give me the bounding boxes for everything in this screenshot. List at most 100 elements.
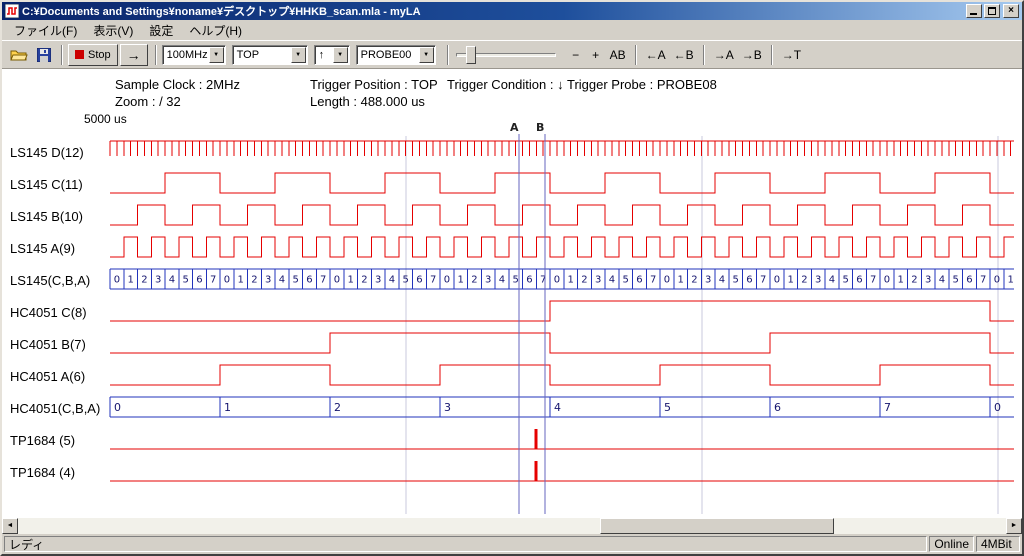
svg-text:0: 0 (664, 275, 670, 286)
svg-text:1: 1 (1007, 275, 1013, 286)
sample-clock-select[interactable]: 100MHz ▼ (162, 45, 226, 65)
status-memory: 4MBit (976, 536, 1020, 552)
svg-text:B: B (536, 121, 544, 134)
zoom-out-button[interactable]: − (566, 44, 586, 66)
zoom-slider-thumb[interactable] (466, 46, 476, 64)
zoom-slider[interactable] (454, 44, 558, 66)
close-button[interactable]: × (1003, 4, 1019, 18)
svg-text:0: 0 (334, 275, 340, 286)
chevron-down-icon[interactable]: ▼ (291, 47, 306, 63)
svg-text:2: 2 (334, 401, 341, 414)
svg-text:3: 3 (265, 275, 271, 286)
goto-cursor-b-button[interactable]: ←B (670, 44, 698, 66)
probe-select[interactable]: PROBE00 ▼ (356, 45, 436, 65)
svg-text:7: 7 (870, 275, 876, 286)
svg-text:7: 7 (980, 275, 986, 286)
svg-text:5: 5 (622, 275, 628, 286)
svg-text:3: 3 (705, 275, 711, 286)
svg-text:4: 4 (389, 275, 395, 286)
svg-text:4: 4 (499, 275, 505, 286)
maximize-button[interactable] (984, 4, 1000, 18)
svg-text:6: 6 (774, 401, 781, 414)
svg-text:1: 1 (237, 275, 243, 286)
horizontal-scrollbar[interactable]: ◄ ► (2, 518, 1022, 534)
trigger-edge-value: ↑ (319, 49, 325, 61)
svg-text:1: 1 (677, 275, 683, 286)
goto-trigger-button[interactable]: →T (778, 44, 805, 66)
toolbar-separator (155, 45, 157, 65)
svg-text:4: 4 (939, 275, 945, 286)
svg-text:5: 5 (512, 275, 518, 286)
waveform-canvas[interactable]: 0123456701234567012345670123456701234567… (2, 118, 1022, 516)
set-cursor-a-button[interactable]: →A (710, 44, 738, 66)
set-cursor-b-button[interactable]: →B (738, 44, 766, 66)
svg-text:6: 6 (746, 275, 752, 286)
svg-text:2: 2 (801, 275, 807, 286)
svg-text:6: 6 (306, 275, 312, 286)
stop-icon (75, 50, 84, 59)
save-button[interactable] (31, 44, 56, 66)
zoom-ab-button[interactable]: AB (606, 44, 630, 66)
svg-text:1: 1 (457, 275, 463, 286)
scrollbar-thumb[interactable] (600, 518, 834, 534)
chevron-down-icon[interactable]: ▼ (333, 47, 348, 63)
svg-text:4: 4 (829, 275, 835, 286)
svg-text:0: 0 (994, 401, 1001, 414)
svg-text:1: 1 (127, 275, 133, 286)
svg-text:3: 3 (925, 275, 931, 286)
open-button[interactable] (6, 44, 31, 66)
app-icon (5, 4, 19, 18)
statusbar: レディ Online 4MBit (2, 534, 1022, 554)
svg-text:0: 0 (114, 275, 120, 286)
sample-clock-info: Sample Clock : 2MHz (115, 77, 240, 92)
menu-settings[interactable]: 設定 (141, 20, 181, 41)
trigger-position-select[interactable]: TOP ▼ (232, 45, 308, 65)
titlebar: C:¥Documents and Settings¥noname¥デスクトップ¥… (2, 2, 1022, 20)
svg-text:6: 6 (526, 275, 532, 286)
stop-button[interactable]: Stop (68, 44, 118, 66)
scroll-left-button[interactable]: ◄ (2, 518, 18, 534)
svg-text:3: 3 (444, 401, 451, 414)
svg-text:5: 5 (664, 401, 671, 414)
chevron-down-icon[interactable]: ▼ (209, 47, 224, 63)
toolbar-separator (61, 45, 63, 65)
svg-text:7: 7 (320, 275, 326, 286)
menu-view[interactable]: 表示(V) (85, 20, 141, 41)
chevron-down-icon[interactable]: ▼ (419, 47, 434, 63)
trigger-condition-info: Trigger Condition : ↓ (447, 77, 564, 92)
svg-text:1: 1 (567, 275, 573, 286)
goto-cursor-a-button[interactable]: ←A (642, 44, 670, 66)
run-button[interactable]: → (120, 44, 148, 66)
svg-text:0: 0 (444, 275, 450, 286)
svg-text:0: 0 (884, 275, 890, 286)
probe-value: PROBE00 (361, 49, 412, 61)
svg-text:7: 7 (430, 275, 436, 286)
svg-text:3: 3 (485, 275, 491, 286)
zoom-info: Zoom : / 32 (115, 94, 181, 109)
svg-text:4: 4 (169, 275, 175, 286)
toolbar-separator (635, 45, 637, 65)
minimize-button[interactable] (966, 4, 982, 18)
length-info: Length : 488.000 us (310, 94, 425, 109)
svg-text:2: 2 (911, 275, 917, 286)
minimize-icon (970, 13, 977, 15)
svg-text:4: 4 (279, 275, 285, 286)
svg-text:0: 0 (224, 275, 230, 286)
zoom-in-button[interactable]: + (586, 44, 606, 66)
svg-text:1: 1 (347, 275, 353, 286)
menu-help[interactable]: ヘルプ(H) (181, 20, 250, 41)
svg-text:7: 7 (650, 275, 656, 286)
svg-text:4: 4 (554, 401, 561, 414)
menu-file[interactable]: ファイル(F) (6, 20, 85, 41)
svg-text:5: 5 (182, 275, 188, 286)
stop-label: Stop (88, 49, 111, 61)
sample-clock-value: 100MHz (167, 49, 208, 61)
svg-text:3: 3 (375, 275, 381, 286)
trigger-edge-select[interactable]: ↑ ▼ (314, 45, 350, 65)
svg-text:6: 6 (416, 275, 422, 286)
svg-text:2: 2 (691, 275, 697, 286)
scroll-right-button[interactable]: ► (1006, 518, 1022, 534)
toolbar: Stop → 100MHz ▼ TOP ▼ ↑ ▼ PROBE00 ▼ − + … (2, 40, 1022, 69)
svg-text:7: 7 (210, 275, 216, 286)
svg-text:6: 6 (636, 275, 642, 286)
